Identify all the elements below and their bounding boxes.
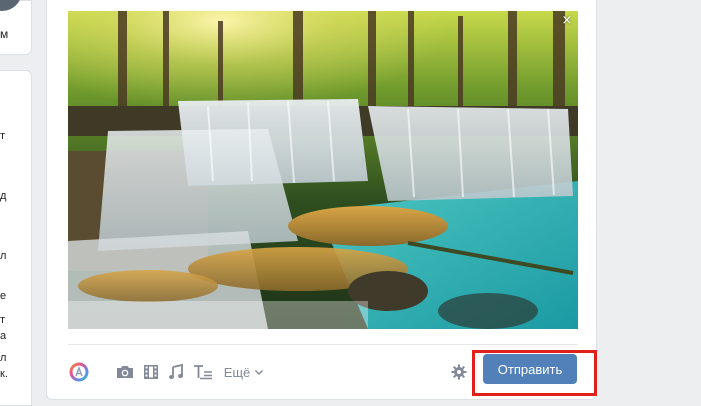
send-button[interactable]: Отправить: [483, 354, 577, 384]
more-label: Ещё: [223, 364, 251, 380]
text-fragment: т: [0, 314, 6, 326]
video-icon[interactable]: [141, 360, 161, 384]
text-fragment: е: [0, 290, 7, 302]
text-fragment: л: [0, 250, 7, 262]
left-info-card: т д л е т а л к.: [0, 70, 32, 406]
post-composer: × Ещё Отправить: [46, 0, 597, 400]
text-format-icon[interactable]: [191, 360, 215, 384]
text-fragment: л: [0, 352, 7, 364]
text-fragment: а: [0, 330, 7, 342]
graffiti-icon[interactable]: [68, 360, 90, 384]
close-icon[interactable]: ×: [560, 14, 574, 28]
attached-photo[interactable]: ×: [68, 11, 578, 329]
more-menu[interactable]: Ещё: [222, 360, 266, 384]
left-profile-card: м: [0, 0, 32, 55]
profile-text-fragment: м: [0, 27, 9, 41]
chevron-down-icon: [255, 370, 264, 375]
waterfall-image: [68, 11, 578, 329]
divider: [68, 344, 578, 345]
text-fragment: д: [0, 190, 7, 202]
music-icon[interactable]: [166, 360, 186, 384]
avatar[interactable]: [0, 0, 22, 11]
camera-icon[interactable]: [114, 360, 136, 384]
text-fragment: т: [0, 130, 6, 142]
gear-icon[interactable]: [449, 360, 469, 384]
text-fragment: к.: [0, 368, 8, 380]
